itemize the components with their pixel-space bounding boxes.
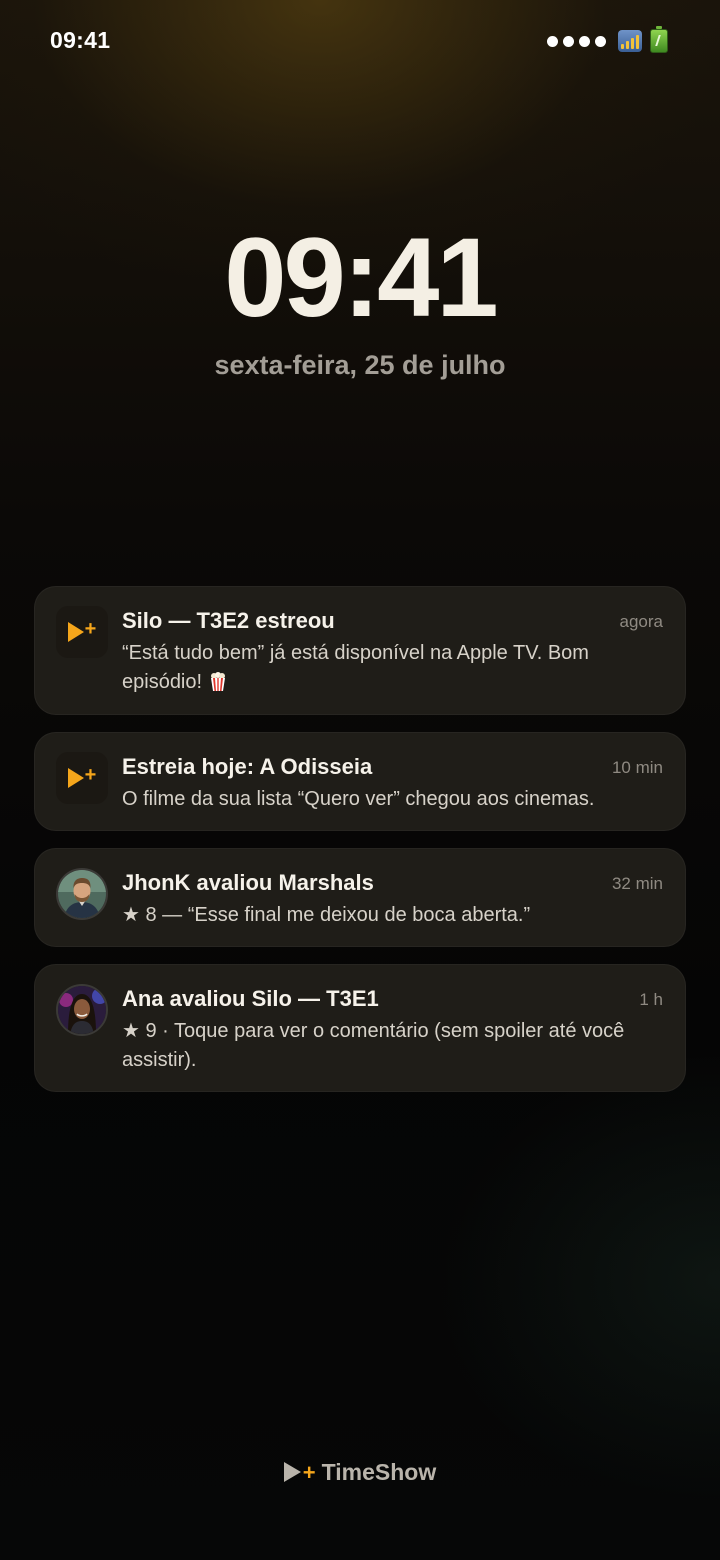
status-bar: 09:41	[0, 0, 720, 82]
notification-title: JhonK avaliou Marshals	[122, 870, 374, 895]
signal-icon	[618, 30, 642, 52]
status-time: 09:41	[50, 27, 111, 53]
notification-body: ★ 8 — “Esse final me deixou de boca aber…	[122, 904, 531, 926]
avatar-ana	[56, 984, 108, 1036]
notification-time: agora	[619, 612, 663, 631]
signal-dot	[563, 35, 574, 47]
signal-dot	[595, 35, 606, 47]
brand-footer: + TimeShow	[0, 1458, 720, 1486]
lock-clock: 09:41	[224, 215, 498, 340]
play-plus-logo-icon: +	[67, 619, 96, 642]
notification-time: 32 min	[611, 874, 663, 893]
avatar-jhonk	[56, 868, 108, 920]
play-plus-logo-icon: +	[67, 765, 96, 788]
signal-dot	[547, 35, 558, 47]
app-icon: +	[56, 752, 108, 804]
app-icon: +	[56, 606, 108, 658]
notification-body: “Está tudo bem” já está disponível na Ap…	[122, 639, 661, 697]
notification-time: 1 h	[639, 990, 663, 1009]
popcorn-icon	[210, 672, 225, 691]
status-indicators	[547, 26, 668, 55]
notification-card[interactable]: Ana avaliou Silo — T3E1 1 h ★ 9 · Toque …	[34, 964, 686, 1092]
notification-title: Estreia hoje: A Odisseia	[122, 754, 373, 779]
brand-name: TimeShow	[321, 1458, 437, 1485]
lock-date: sexta-feira, 25 de julho	[214, 350, 506, 380]
notification-card[interactable]: + Estreia hoje: A Odisseia 10 min O film…	[34, 732, 686, 831]
notification-time: 10 min	[611, 758, 663, 777]
notification-card[interactable]: JhonK avaliou Marshals 32 min ★ 8 — “Ess…	[34, 848, 686, 947]
signal-dots	[547, 35, 606, 47]
notification-title: Ana avaliou Silo — T3E1	[122, 986, 379, 1011]
notification-body-text: “Está tudo bem” já está disponível na Ap…	[122, 642, 589, 693]
notification-card[interactable]: + Silo — T3E2 estreou agora “Está tudo b…	[34, 586, 686, 715]
play-plus-logo-icon: +	[283, 1458, 316, 1486]
notification-body: ★ 9 · Toque para ver o comentário (sem s…	[122, 1020, 625, 1071]
notification-body: O filme da sua lista “Quero ver” chegou …	[122, 788, 595, 810]
notification-title: Silo — T3E2 estreou	[122, 608, 335, 633]
signal-dot	[579, 35, 590, 47]
battery-icon	[650, 26, 668, 53]
notification-list: + Silo — T3E2 estreou agora “Está tudo b…	[34, 586, 686, 1109]
